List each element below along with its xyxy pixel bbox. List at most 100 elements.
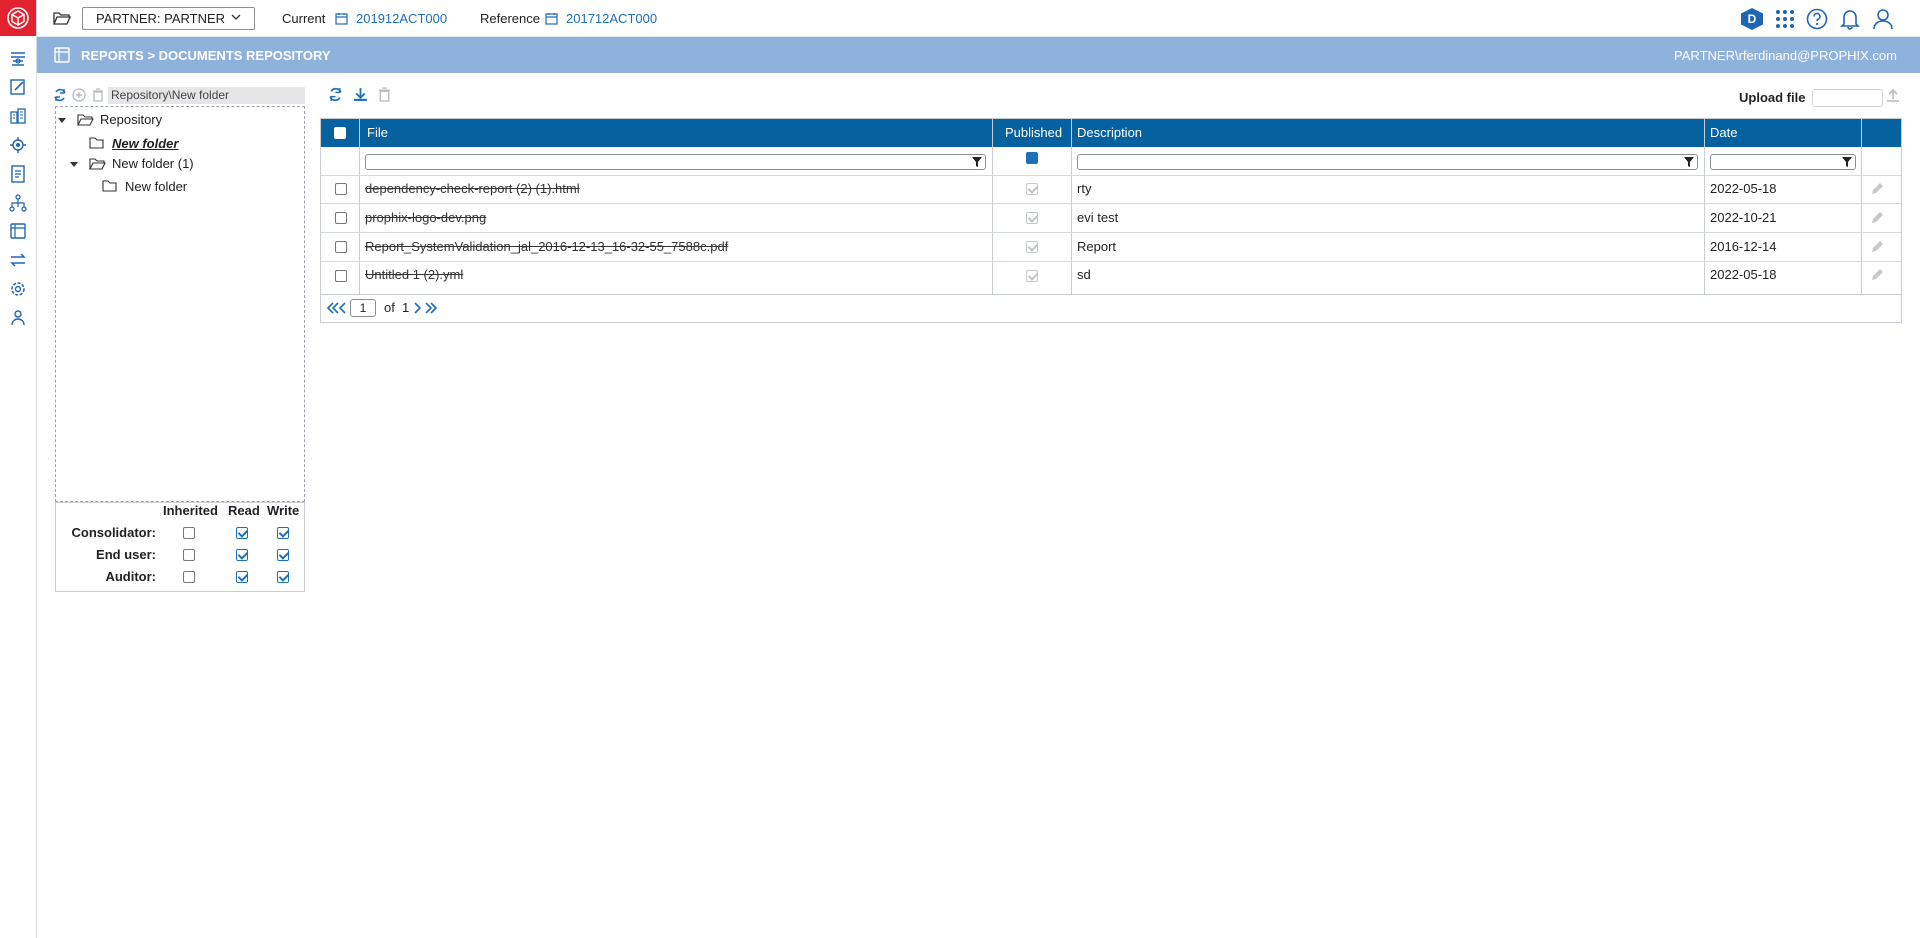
tree-item-new-folder-selected[interactable]: New folder xyxy=(112,136,178,151)
table-cell-date: 2022-10-21 xyxy=(1710,210,1777,225)
transfer-icon[interactable] xyxy=(8,250,28,270)
chevron-down-icon xyxy=(231,14,241,20)
perm-col-inherited: Inherited xyxy=(163,503,218,518)
table-cell-description: evi test xyxy=(1077,210,1119,225)
file-filter-input[interactable] xyxy=(365,154,986,170)
select-all-checkbox[interactable] xyxy=(334,127,346,139)
table-cell-date: 2022-05-18 xyxy=(1710,181,1777,196)
pager-total: 1 xyxy=(402,300,410,315)
grid-header: File Published Description Date xyxy=(321,119,1901,147)
prophix-logo[interactable] xyxy=(0,0,36,36)
page-number-input[interactable]: 1 xyxy=(350,299,376,317)
dashboard-icon[interactable] xyxy=(8,48,28,68)
pager-of-label: of xyxy=(384,300,395,315)
edit-pencil-icon[interactable] xyxy=(1870,240,1884,254)
calendar-icon[interactable] xyxy=(545,12,558,25)
breadcrumb: REPORTS > DOCUMENTS REPOSITORY xyxy=(81,48,331,63)
row-select-checkbox[interactable] xyxy=(335,241,347,253)
prev-page-icon[interactable] xyxy=(339,302,347,314)
upload-file-input[interactable] xyxy=(1812,89,1883,107)
edit-pencil-icon[interactable] xyxy=(1870,268,1884,282)
help-icon[interactable] xyxy=(1805,7,1829,31)
published-filter-checkbox[interactable] xyxy=(1026,152,1038,164)
open-folder-icon xyxy=(89,158,106,170)
consolidator-write-checkbox[interactable] xyxy=(277,527,289,539)
filter-icon[interactable] xyxy=(1841,156,1853,168)
last-page-icon[interactable] xyxy=(424,302,438,314)
auditor-write-checkbox[interactable] xyxy=(277,571,289,583)
book-icon[interactable] xyxy=(8,221,28,241)
delete-folder-icon[interactable] xyxy=(91,88,105,102)
end-user-write-checkbox[interactable] xyxy=(277,549,289,561)
building-icon[interactable] xyxy=(8,106,28,126)
folder-icon xyxy=(102,180,117,192)
end-user-inherited-checkbox[interactable] xyxy=(183,549,195,561)
auditor-inherited-checkbox[interactable] xyxy=(183,571,195,583)
table-cell-file[interactable]: Untitled 1 (2).yml xyxy=(365,267,463,282)
open-folder-icon[interactable] xyxy=(53,10,71,26)
table-cell-description: Report xyxy=(1077,239,1117,254)
partner-select[interactable]: PARTNER: PARTNER xyxy=(82,7,255,30)
upload-file-label: Upload file xyxy=(1739,90,1806,105)
apps-grid-icon[interactable] xyxy=(1773,7,1797,31)
book-icon xyxy=(54,47,70,63)
filter-icon[interactable] xyxy=(971,156,983,168)
top-bar: PARTNER: PARTNER Current 201912ACT000 Re… xyxy=(37,0,1920,37)
delete-icon[interactable] xyxy=(377,87,392,102)
user-profile-icon[interactable] xyxy=(1871,7,1895,31)
download-icon[interactable] xyxy=(353,87,368,102)
perm-col-write: Write xyxy=(267,503,300,518)
table-cell-description: sd xyxy=(1077,267,1091,282)
left-rail xyxy=(0,0,37,938)
date-filter-input[interactable] xyxy=(1710,154,1856,170)
row-select-checkbox[interactable] xyxy=(335,212,347,224)
refresh-icon[interactable] xyxy=(328,87,343,102)
title-band: REPORTS > DOCUMENTS REPOSITORY PARTNER\r… xyxy=(37,37,1920,73)
auditor-read-checkbox[interactable] xyxy=(236,571,248,583)
settings-icon[interactable] xyxy=(8,279,28,299)
expand-arrow-icon[interactable] xyxy=(58,116,66,124)
row-select-checkbox[interactable] xyxy=(335,183,347,195)
report-icon[interactable] xyxy=(8,164,28,184)
d-badge-letter: D xyxy=(1741,8,1763,30)
bell-icon[interactable] xyxy=(1838,7,1862,31)
add-folder-icon[interactable] xyxy=(72,88,86,102)
perm-row-end-user: End user: xyxy=(96,547,156,562)
perm-row-auditor: Auditor: xyxy=(105,569,156,584)
users-icon[interactable] xyxy=(8,308,28,328)
tree-item-new-folder-nested[interactable]: New folder xyxy=(125,179,187,194)
table-cell-file[interactable]: dependency-check-report (2) (1).html xyxy=(365,181,580,196)
col-header-description[interactable]: Description xyxy=(1077,125,1142,140)
edit-icon[interactable] xyxy=(8,77,28,97)
tree-item-repository[interactable]: Repository xyxy=(100,112,162,127)
open-folder-icon xyxy=(77,114,94,126)
calendar-icon[interactable] xyxy=(335,12,348,25)
upload-icon[interactable] xyxy=(1886,88,1900,102)
next-page-icon[interactable] xyxy=(413,302,421,314)
perm-col-read: Read xyxy=(228,503,260,518)
reference-period-link[interactable]: 201712ACT000 xyxy=(566,11,657,26)
published-checkbox xyxy=(1026,212,1038,224)
table-cell-file[interactable]: prophix-logo-dev.png xyxy=(365,210,486,225)
current-period-link[interactable]: 201912ACT000 xyxy=(356,11,447,26)
description-filter-input[interactable] xyxy=(1077,154,1698,170)
edit-pencil-icon[interactable] xyxy=(1870,182,1884,196)
edit-pencil-icon[interactable] xyxy=(1870,211,1884,225)
filter-icon[interactable] xyxy=(1683,156,1695,168)
col-header-published[interactable]: Published xyxy=(1005,125,1062,140)
folder-path-input[interactable]: Repository\New folder xyxy=(108,87,305,104)
d-badge-icon[interactable]: D xyxy=(1740,7,1764,31)
expand-arrow-icon[interactable] xyxy=(70,160,78,168)
row-select-checkbox[interactable] xyxy=(335,270,347,282)
end-user-read-checkbox[interactable] xyxy=(236,549,248,561)
consolidator-inherited-checkbox[interactable] xyxy=(183,527,195,539)
hierarchy-icon[interactable] xyxy=(8,193,28,213)
first-page-icon[interactable] xyxy=(326,302,340,314)
col-header-file[interactable]: File xyxy=(367,125,388,140)
col-header-date[interactable]: Date xyxy=(1710,125,1737,140)
tree-item-new-folder-1[interactable]: New folder (1) xyxy=(112,156,194,171)
refresh-icon[interactable] xyxy=(53,88,67,102)
gear-network-icon[interactable] xyxy=(8,135,28,155)
table-cell-file[interactable]: Report_SystemValidation_jal_2016-12-13_1… xyxy=(365,239,728,254)
consolidator-read-checkbox[interactable] xyxy=(236,527,248,539)
